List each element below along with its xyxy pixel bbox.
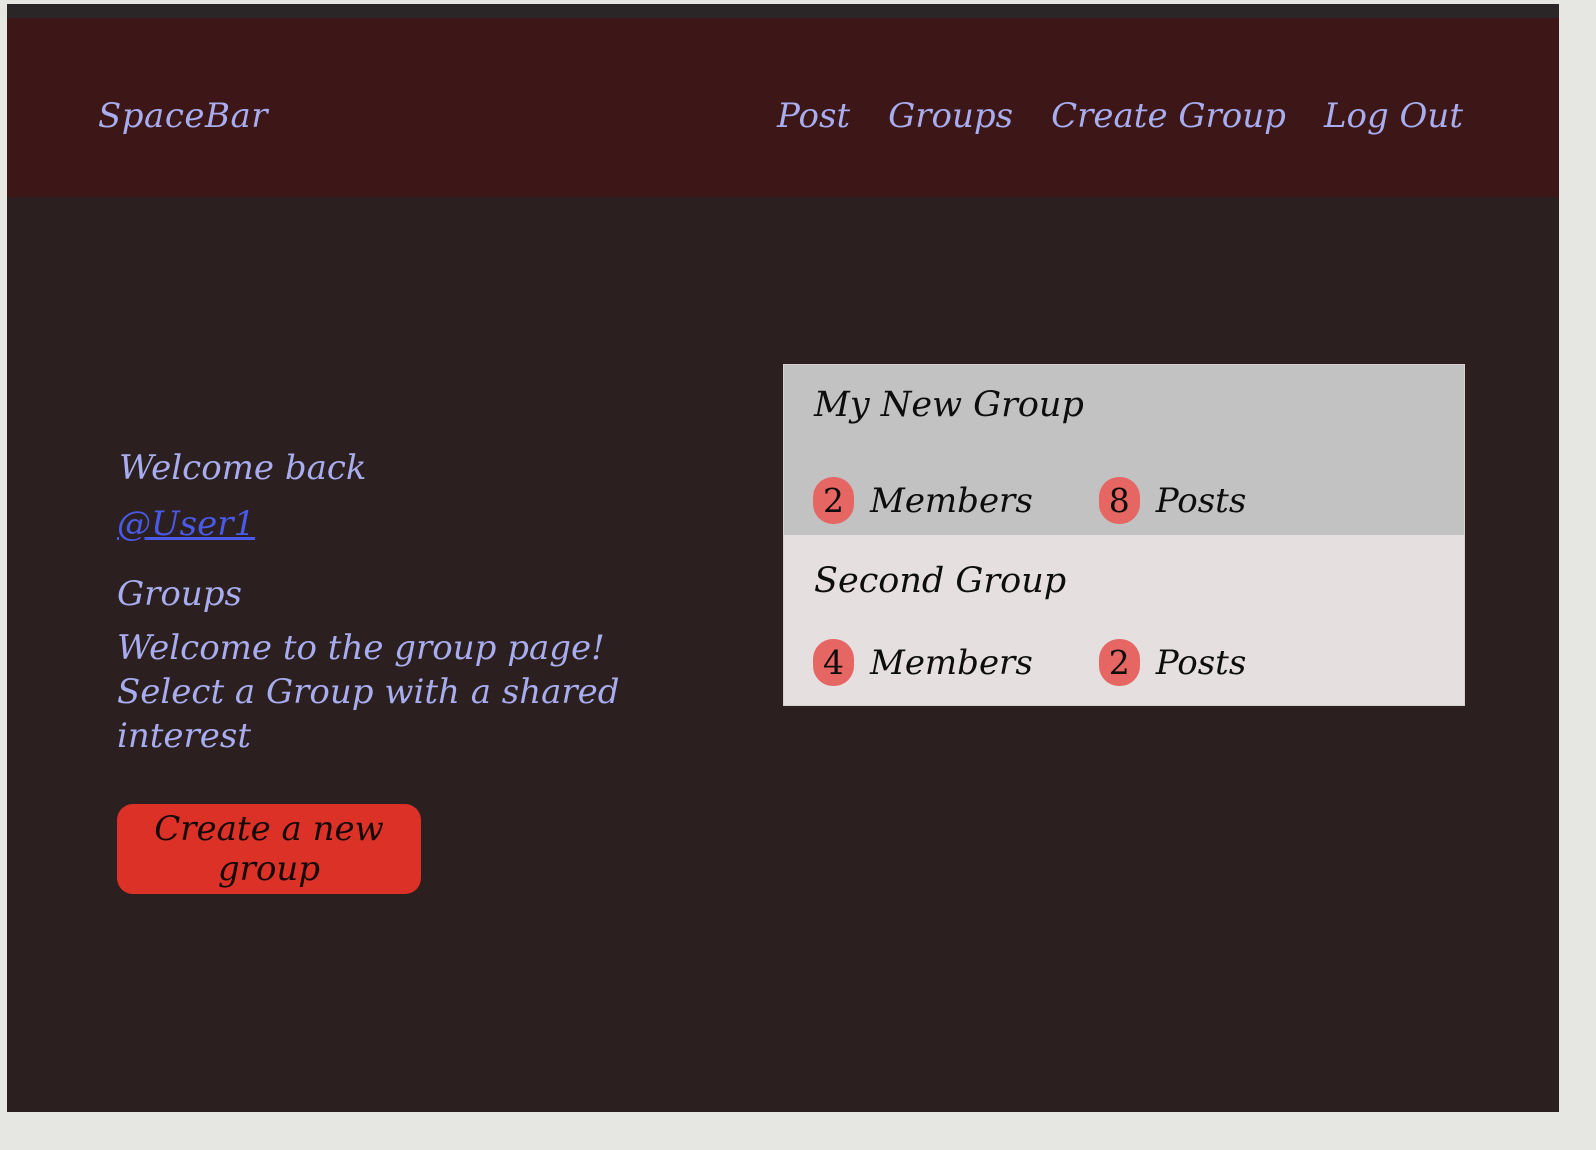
app-window: SpaceBar Post Groups Create Group Log Ou… — [7, 4, 1559, 1112]
group-name: My New Group — [814, 385, 1084, 425]
posts-count-badge: 8 — [1098, 477, 1140, 524]
intro-line-2: Select a Group with a shared interest — [117, 672, 620, 756]
members-label: Members — [870, 642, 1033, 683]
nav-links: Post Groups Create Group Log Out — [777, 96, 1463, 136]
groups-heading: Groups — [117, 574, 242, 614]
posts-stat: 2 Posts — [1098, 639, 1247, 686]
nav-link-create-group[interactable]: Create Group — [1051, 96, 1286, 136]
members-count-badge: 4 — [813, 639, 854, 686]
group-card-second-group[interactable]: Second Group 4 Members 2 Posts — [784, 535, 1464, 705]
group-list: My New Group 2 Members 8 Posts Second Gr… — [783, 364, 1465, 706]
group-name: Second Group — [814, 561, 1067, 601]
group-stats: 2 Members 8 Posts — [813, 477, 1246, 524]
username-link[interactable]: @User1 — [117, 504, 255, 544]
posts-count-badge: 2 — [1098, 639, 1140, 686]
nav-link-groups[interactable]: Groups — [888, 96, 1013, 136]
navbar: SpaceBar Post Groups Create Group Log Ou… — [7, 18, 1559, 197]
create-group-button[interactable]: Create a new group — [117, 804, 421, 894]
intro-line-1: Welcome to the group page! — [117, 628, 605, 668]
nav-link-post[interactable]: Post — [777, 96, 850, 136]
welcome-panel: Welcome back @User1 Groups Welcome to th… — [117, 448, 677, 894]
posts-label: Posts — [1155, 642, 1247, 683]
intro-text: Welcome to the group page! Select a Grou… — [117, 626, 677, 758]
posts-stat: 8 Posts — [1098, 477, 1247, 524]
welcome-text: Welcome back — [119, 448, 367, 488]
members-label: Members — [870, 480, 1033, 521]
group-card-my-new-group[interactable]: My New Group 2 Members 8 Posts — [784, 365, 1464, 535]
brand-logo-link[interactable]: SpaceBar — [98, 96, 268, 136]
members-stat: 2 Members — [813, 477, 1033, 524]
members-stat: 4 Members — [813, 639, 1033, 686]
posts-label: Posts — [1155, 480, 1247, 521]
members-count-badge: 2 — [813, 477, 854, 524]
nav-link-log-out[interactable]: Log Out — [1324, 96, 1463, 136]
group-stats: 4 Members 2 Posts — [813, 639, 1246, 686]
